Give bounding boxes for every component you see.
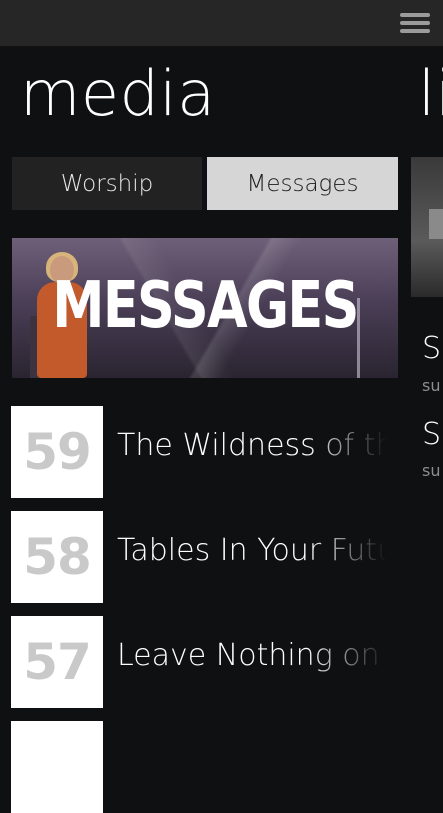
thumbnail-figure [429,209,443,239]
message-list-item[interactable]: 57 Leave Nothing on t [11,616,443,708]
message-title: Leave Nothing on t [117,638,387,673]
message-number: 59 [23,423,92,481]
message-title: Tables In Your Futu [117,533,387,568]
next-panel-item-title[interactable]: Su [422,332,443,366]
message-number-tile: 58 [11,511,103,603]
message-list-item[interactable]: 59 The Wildness of th [11,406,443,498]
message-number-tile [11,721,103,813]
next-panel-thumbnail[interactable] [411,157,443,297]
next-panorama-title[interactable]: li [418,50,443,138]
message-number-tile: 57 [11,616,103,708]
message-number: 57 [23,633,92,691]
tab-worship[interactable]: Worship [12,157,202,210]
tab-messages[interactable]: Messages [207,157,398,210]
menu-line [400,29,430,33]
message-list-item[interactable] [11,721,443,813]
message-list-item[interactable]: 58 Tables In Your Futu [11,511,443,603]
top-app-bar [0,0,443,46]
hamburger-menu-icon[interactable] [400,13,430,33]
message-number: 58 [23,528,92,586]
banner-title: MESSAGES [52,269,359,343]
menu-line [400,13,430,17]
messages-banner[interactable]: MESSAGES [12,238,398,378]
message-title: The Wildness of th [117,428,387,463]
media-tabs: Worship Messages [12,157,398,210]
page-title: media [20,57,216,130]
next-panel-item-subtitle: su [422,376,441,395]
menu-line [400,21,430,25]
message-number-tile: 59 [11,406,103,498]
